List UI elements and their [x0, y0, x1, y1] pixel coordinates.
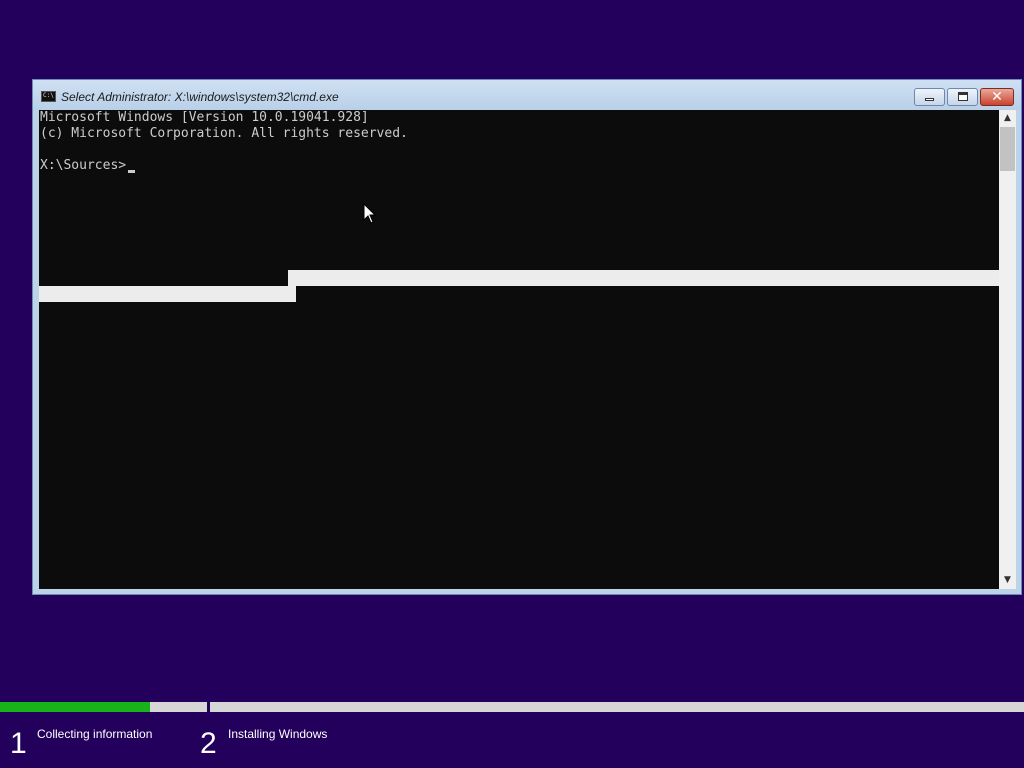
command-prompt-window[interactable]: C:\ Select Administrator: X:\windows\sys… — [32, 79, 1022, 595]
maximize-button[interactable] — [947, 88, 978, 106]
minimize-button[interactable] — [914, 88, 945, 106]
close-button[interactable]: ✕ — [980, 88, 1014, 106]
console-text: Microsoft Windows [Version 10.0.19041.92… — [40, 110, 408, 173]
text-cursor — [128, 170, 135, 173]
window-titlebar[interactable]: C:\ Select Administrator: X:\windows\sys… — [33, 80, 1021, 110]
vertical-scrollbar[interactable]: ▲ ▼ — [999, 110, 1016, 589]
close-icon: ✕ — [991, 89, 1003, 105]
console-output[interactable]: Microsoft Windows [Version 10.0.19041.92… — [39, 110, 999, 589]
step-1-label: Collecting information — [37, 727, 153, 741]
render-artifact — [288, 270, 999, 286]
progress-fill — [0, 702, 150, 712]
setup-background: C:\ Select Administrator: X:\windows\sys… — [0, 0, 1024, 768]
setup-progress-bar — [0, 702, 1024, 712]
scroll-up-arrow-icon[interactable]: ▲ — [999, 110, 1016, 127]
step-2-number: 2 — [200, 727, 217, 760]
maximize-icon — [958, 92, 968, 101]
scroll-thumb[interactable] — [1000, 127, 1015, 171]
window-title: Select Administrator: X:\windows\system3… — [61, 90, 339, 104]
mouse-pointer-icon — [363, 203, 377, 224]
cmd-icon: C:\ — [41, 91, 56, 102]
step-2-label: Installing Windows — [228, 727, 328, 741]
minimize-icon — [925, 98, 934, 101]
step-1-number: 1 — [10, 727, 27, 760]
render-artifact — [39, 286, 296, 302]
progress-step-divider — [207, 702, 210, 712]
scroll-down-arrow-icon[interactable]: ▼ — [999, 572, 1016, 589]
